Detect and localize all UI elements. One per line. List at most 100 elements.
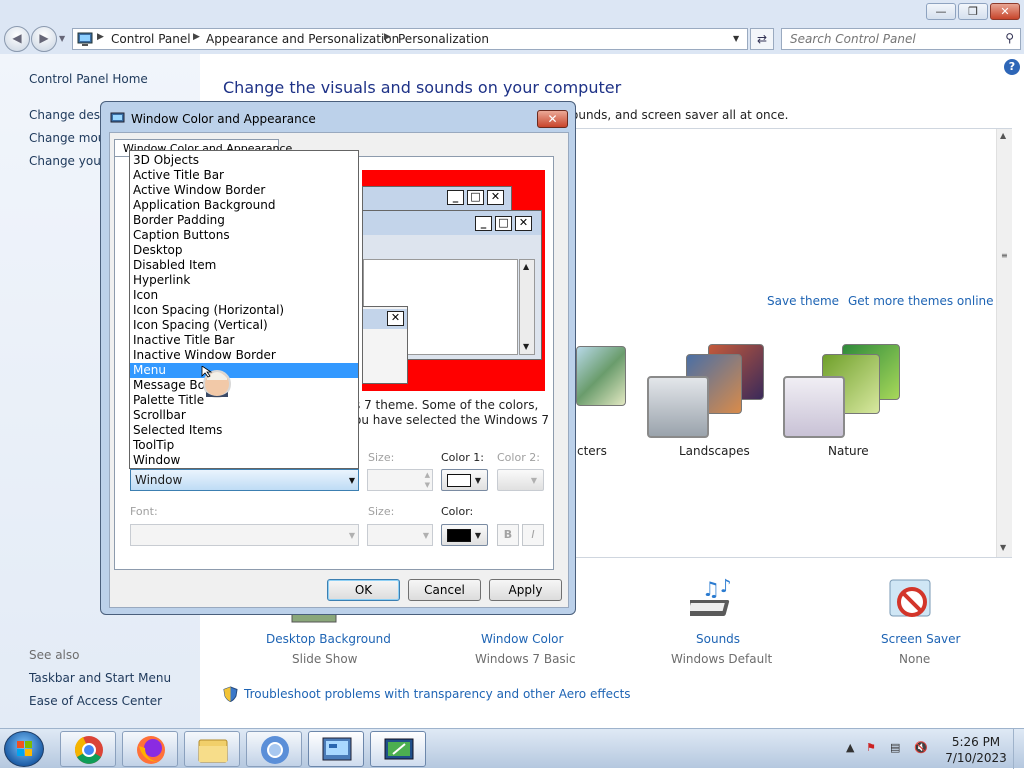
landscapes-theme[interactable]	[646, 340, 770, 438]
start-button[interactable]	[4, 731, 44, 767]
preview-minimize-icon: _	[447, 190, 464, 205]
windows-logo-icon	[17, 741, 32, 756]
dropdown-item[interactable]: Disabled Item	[130, 258, 358, 273]
dropdown-item[interactable]: 3D Objects	[130, 153, 358, 168]
sounds-value: Windows Default	[671, 652, 773, 666]
dropdown-item[interactable]: Caption Buttons	[130, 228, 358, 243]
dropdown-item[interactable]: Selected Items	[130, 423, 358, 438]
breadcrumb-personalization[interactable]: Personalization	[398, 32, 489, 46]
dropdown-item[interactable]: Window	[130, 453, 358, 468]
breadcrumb-appearance[interactable]: Appearance and Personalization	[206, 32, 399, 46]
dropdown-item[interactable]: Icon Spacing (Horizontal)	[130, 303, 358, 318]
dropdown-item[interactable]: Border Padding	[130, 213, 358, 228]
dropdown-item[interactable]: ToolTip	[130, 438, 358, 453]
taskbar-chrome[interactable]	[60, 731, 116, 767]
taskbar-personalization[interactable]	[370, 731, 426, 767]
show-hidden-icons-icon[interactable]: ▲	[846, 741, 854, 754]
close-window-button[interactable]: ✕	[990, 3, 1020, 20]
taskbar-chromium[interactable]	[246, 731, 302, 767]
save-theme-link[interactable]: Save theme	[767, 294, 839, 308]
control-panel-home-link[interactable]: Control Panel Home	[29, 72, 148, 86]
search-icon[interactable]: ⚲	[1005, 31, 1014, 45]
network-icon[interactable]: ▤	[890, 741, 900, 754]
desktop-background-link[interactable]: Desktop Background	[266, 632, 391, 646]
address-bar[interactable]: ▶ Control Panel ▶ Appearance and Persona…	[72, 28, 748, 50]
address-dropdown-icon[interactable]: ▼	[733, 34, 739, 43]
breadcrumb-separator[interactable]: ▶	[384, 32, 391, 42]
chevron-down-icon: ▼	[422, 531, 429, 540]
screen-saver-link[interactable]: Screen Saver	[881, 632, 960, 646]
search-box[interactable]: ⚲	[781, 28, 1021, 50]
screen-saver-icon[interactable]	[886, 576, 938, 628]
spin-up-icon[interactable]: ▲	[425, 471, 430, 479]
breadcrumb-control-panel[interactable]: Control Panel	[111, 32, 191, 46]
taskbar-file-explorer[interactable]	[184, 731, 240, 767]
color1-button[interactable]: ▼	[441, 469, 488, 491]
search-input[interactable]	[788, 30, 988, 48]
dropdown-item[interactable]: Hyperlink	[130, 273, 358, 288]
ok-button[interactable]: OK	[327, 579, 400, 601]
show-desktop-button[interactable]	[1013, 729, 1024, 769]
clock[interactable]: 5:26 PM 7/10/2023	[940, 734, 1012, 766]
dropdown-item[interactable]: Desktop	[130, 243, 358, 258]
spin-down-icon[interactable]: ▼	[425, 481, 430, 489]
taskbar-control-panel[interactable]	[308, 731, 364, 767]
back-button[interactable]: ◀	[4, 26, 30, 52]
bold-button[interactable]: B	[497, 524, 519, 546]
nature-theme[interactable]	[782, 340, 906, 438]
italic-button[interactable]: I	[522, 524, 544, 546]
font-size-select[interactable]: ▼	[367, 524, 433, 546]
cancel-button[interactable]: Cancel	[408, 579, 481, 601]
sounds-link[interactable]: Sounds	[696, 632, 740, 646]
item-select[interactable]: Window ▼	[130, 469, 359, 491]
breadcrumb-separator[interactable]: ▶	[193, 32, 200, 42]
color2-button[interactable]: ▼	[497, 469, 544, 491]
dropdown-item[interactable]: Inactive Title Bar	[130, 333, 358, 348]
breadcrumb-separator[interactable]: ▶	[97, 32, 104, 42]
refresh-button[interactable]: ⇄	[750, 28, 774, 50]
troubleshoot-link[interactable]: Troubleshoot problems with transparency …	[244, 687, 631, 701]
dropdown-item[interactable]: Scrollbar	[130, 408, 358, 423]
dropdown-item[interactable]: Menu	[130, 363, 358, 378]
sounds-icon[interactable]: ♫ ♪	[690, 576, 742, 628]
dialog-close-button[interactable]: ✕	[537, 110, 568, 128]
back-arrow-icon: ◀	[12, 31, 22, 45]
dropdown-item[interactable]: Palette Title	[130, 393, 358, 408]
recent-pages-icon[interactable]: ▼	[59, 34, 65, 43]
get-more-themes-link[interactable]: Get more themes online	[848, 294, 994, 308]
minimize-icon: —	[935, 5, 947, 18]
change-account-picture-link[interactable]: Change your	[29, 154, 106, 168]
dropdown-item[interactable]: Message Box	[130, 378, 358, 393]
action-center-icon[interactable]: ⚑	[866, 741, 876, 754]
forward-button[interactable]: ▶	[31, 26, 57, 52]
taskbar-firefox[interactable]	[122, 731, 178, 767]
preview-close-icon: ✕	[487, 190, 504, 205]
scroll-grip-icon[interactable]: ≡	[1001, 251, 1008, 260]
characters-theme[interactable]	[576, 340, 632, 436]
dropdown-item[interactable]: Active Window Border	[130, 183, 358, 198]
volume-muted-icon[interactable]: 🔇	[914, 741, 928, 754]
dropdown-item[interactable]: Active Title Bar	[130, 168, 358, 183]
ease-of-access-link[interactable]: Ease of Access Center	[29, 694, 162, 708]
font-color-button[interactable]: ▼	[441, 524, 488, 546]
maximize-button[interactable]: ❐	[958, 3, 988, 20]
dropdown-item[interactable]: Icon	[130, 288, 358, 303]
dropdown-item[interactable]: Application Background	[130, 198, 358, 213]
preview-scroll-down-icon: ▼	[523, 342, 530, 351]
minimize-button[interactable]: —	[926, 3, 956, 20]
item-size-spinner[interactable]: ▲ ▼	[367, 469, 433, 491]
font-select[interactable]: ▼	[130, 524, 359, 546]
chevron-down-icon: ▼	[530, 476, 537, 485]
dropdown-item[interactable]: Icon Spacing (Vertical)	[130, 318, 358, 333]
taskbar-start-menu-link[interactable]: Taskbar and Start Menu	[29, 671, 171, 685]
theme-scrollbar[interactable]: ▲ ≡ ▼	[996, 129, 1012, 557]
chevron-down-icon: ▼	[348, 476, 355, 485]
window-color-link[interactable]: Window Color	[481, 632, 563, 646]
dropdown-item[interactable]: Inactive Window Border	[130, 348, 358, 363]
scroll-down-icon[interactable]: ▼	[1000, 543, 1006, 552]
navigation-bar: ◀ ▶ ▼ ▶ Control Panel ▶ Appearance and P…	[0, 26, 1024, 54]
apply-button[interactable]: Apply	[489, 579, 562, 601]
dialog-app-icon	[110, 112, 125, 123]
help-icon[interactable]: ?	[1004, 59, 1020, 75]
scroll-up-icon[interactable]: ▲	[1000, 131, 1006, 140]
